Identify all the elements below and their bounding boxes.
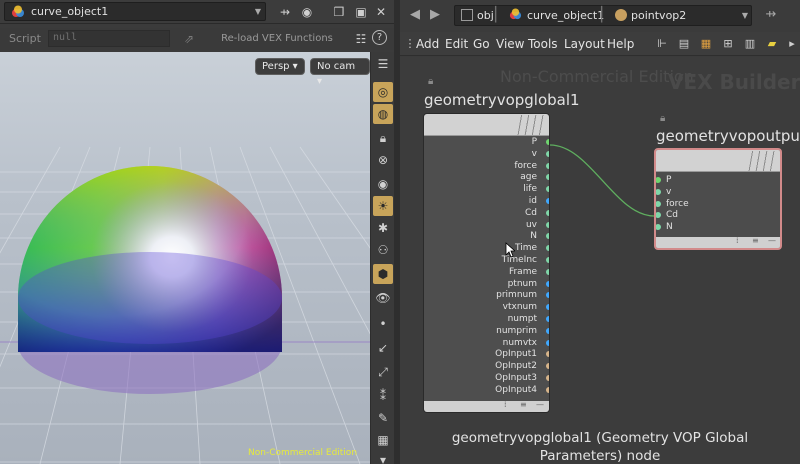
shading-toggle-icon[interactable]: ◍ <box>373 104 393 124</box>
breadcrumb-separator: ▏ <box>601 7 612 23</box>
menu-view[interactable]: View <box>496 37 524 51</box>
render-icon[interactable]: ◉ <box>373 174 393 194</box>
settings-icon[interactable]: ☷ <box>352 30 370 48</box>
scene-view-pane: curve_object1 ▼ ⇸ ◉ ❒ ▣ ✕ Script null ⇗ … <box>0 0 394 464</box>
script-value: null <box>53 32 78 43</box>
point-icon[interactable]: • <box>373 314 393 334</box>
viewport-settings-icon[interactable]: ☰ <box>373 54 393 74</box>
network-editor-pane: ◀ ▶ obj ▏ curve_object1 ▏ pointvop2 ▼ ⇸ … <box>400 0 800 464</box>
object-path-text: curve_object1 <box>31 5 109 18</box>
menu-edit[interactable]: Edit <box>445 37 468 51</box>
vop-icon <box>615 9 627 21</box>
list-view-icon[interactable]: ▤ <box>676 36 692 52</box>
sticky-note-icon[interactable]: ▰ <box>764 36 780 52</box>
snap-grid-icon[interactable]: ⁑ <box>373 386 393 406</box>
pick-icon[interactable]: ⤢ <box>373 362 393 382</box>
mouse-cursor-icon <box>505 242 515 258</box>
no-cam-button[interactable]: No cam ▾ <box>310 58 370 87</box>
menu-add[interactable]: Add <box>416 37 439 51</box>
viewport-side-toolbar: ☰ ◎ ◍ 🔒︎ ⊗ ◉ ☀ ✱ ⚇ ⬢ 👁︎ • ↙ ⤢ ⁑ ✎ ▦ ▾ <box>370 52 394 464</box>
menu-layout[interactable]: Layout <box>564 37 605 51</box>
menu-go[interactable]: Go <box>473 37 490 51</box>
breadcrumb-pointvop[interactable]: pointvop2 <box>615 8 686 23</box>
more-icon[interactable]: ▸ <box>784 36 800 52</box>
visibility-icon[interactable]: ⊗ <box>373 150 393 170</box>
script-input[interactable]: null <box>48 30 170 47</box>
breadcrumb-path: obj ▏ curve_object1 ▏ pointvop2 ▼ <box>454 5 752 26</box>
close-icon[interactable]: ✕ <box>372 3 390 21</box>
viewport-scene <box>0 146 370 464</box>
display-options-icon[interactable]: ⬢ <box>373 264 393 284</box>
vop-network-canvas[interactable]: Non-Commercial Edition VEX Builder 🔒︎ ge… <box>400 57 800 464</box>
network-menu-bar: ⋮ Add Edit Go View Tools Layout Help ⊩ ▤… <box>400 32 800 56</box>
chevron-down-icon[interactable]: ▼ <box>253 3 263 20</box>
script-label: Script <box>9 32 41 45</box>
help-icon[interactable]: ? <box>372 30 387 45</box>
chevron-down-icon[interactable]: ▼ <box>742 6 748 25</box>
brush-icon[interactable]: ✎ <box>373 408 393 428</box>
light-icon[interactable]: ✱ <box>373 218 393 238</box>
palette-icon[interactable]: ▦ <box>698 36 714 52</box>
reload-vex-button[interactable]: Re-load VEX Functions <box>212 30 342 47</box>
breadcrumb-separator: ▏ <box>495 7 506 23</box>
breadcrumb-obj[interactable]: obj <box>461 8 494 23</box>
houdini-window: curve_object1 ▼ ⇸ ◉ ❒ ▣ ✕ Script null ⇗ … <box>0 0 800 464</box>
pin-icon[interactable]: ⇸ <box>276 3 294 21</box>
3d-viewport[interactable]: Persp ▾ No cam ▾ <box>0 52 370 464</box>
tree-view-icon[interactable]: ⊩ <box>654 36 670 52</box>
pin-icon[interactable]: ⇸ <box>762 6 780 24</box>
menu-tools[interactable]: Tools <box>528 37 558 51</box>
arrow-icon[interactable]: ⇗ <box>180 30 198 48</box>
persp-camera-button[interactable]: Persp ▾ <box>255 58 305 75</box>
object-path-field[interactable]: curve_object1 ▼ <box>4 2 266 21</box>
link-icon[interactable]: ◉ <box>298 3 316 21</box>
network-icon <box>461 9 473 21</box>
wireframe-toggle-icon[interactable]: ◎ <box>373 82 393 102</box>
forward-arrow-icon[interactable]: ▶ <box>426 6 444 24</box>
object-icon <box>509 8 522 20</box>
camera-icon[interactable]: ⚇ <box>373 240 393 260</box>
light-bulb-icon[interactable]: ☀ <box>373 196 393 216</box>
breadcrumb: ◀ ▶ obj ▏ curve_object1 ▏ pointvop2 ▼ ⇸ <box>400 4 800 28</box>
wire-p-to-cd[interactable] <box>549 144 655 217</box>
non-commercial-watermark: Non-Commercial Edition <box>248 448 358 458</box>
sphere-base <box>18 252 282 344</box>
back-arrow-icon[interactable]: ◀ <box>406 6 424 24</box>
node-info-caption: geometryvopglobal1 (Geometry VOP Global … <box>451 430 749 464</box>
node-wires <box>549 144 655 217</box>
cube-icon[interactable]: ❒ <box>330 3 348 21</box>
grid-view-icon[interactable]: ⊞ <box>720 36 736 52</box>
edge-icon[interactable]: ↙ <box>373 338 393 358</box>
vex-script-bar: Script null ⇗ Re-load VEX Functions ☷ ? <box>0 28 394 50</box>
table-view-icon[interactable]: ▥ <box>742 36 758 52</box>
flipbook-icon[interactable]: ▦ <box>373 430 393 450</box>
breadcrumb-curve-object[interactable]: curve_object1 <box>509 8 604 23</box>
chevron-down-icon[interactable]: ▾ <box>373 450 393 464</box>
eye-icon[interactable]: 👁︎ <box>373 288 393 308</box>
menu-help[interactable]: Help <box>607 37 634 51</box>
lock-icon[interactable]: 🔒︎ <box>373 128 393 148</box>
scene-view-toolbar: curve_object1 ▼ ⇸ ◉ ❒ ▣ ✕ <box>0 0 394 24</box>
object-icon <box>12 5 24 17</box>
snapshot-icon[interactable]: ▣ <box>352 3 370 21</box>
